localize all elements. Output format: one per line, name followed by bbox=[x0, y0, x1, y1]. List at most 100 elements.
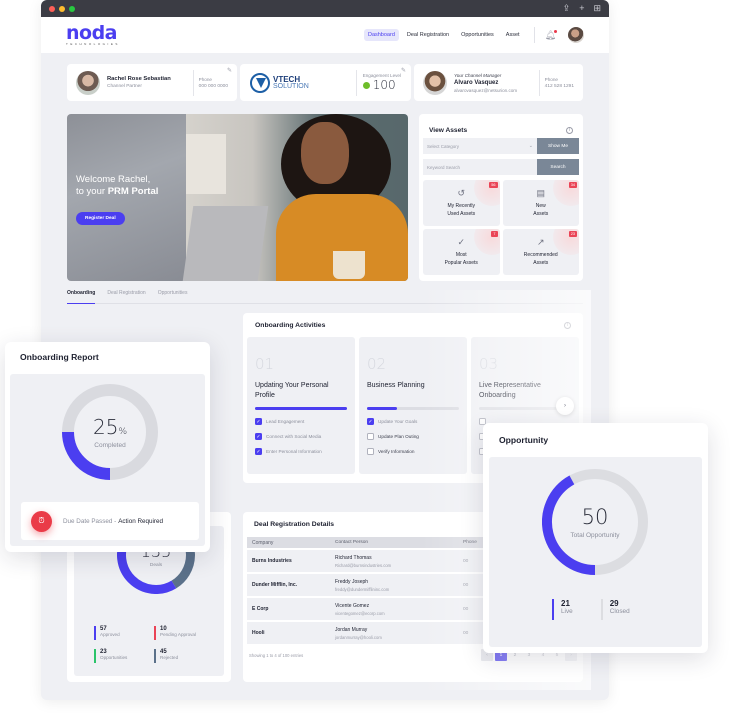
checklist-item[interactable]: ✓ Enter Personal Information bbox=[255, 448, 347, 455]
checkbox-checked[interactable]: ✓ bbox=[367, 418, 374, 425]
checkbox-unchecked[interactable] bbox=[367, 448, 374, 455]
asset-tile-label: My Recently bbox=[447, 203, 475, 209]
logo[interactable]: noda TECHNOLOGIES bbox=[66, 22, 120, 47]
cell-contact-email: Richard@burnsindustries.com bbox=[335, 562, 392, 568]
cell-company: Dunder Mifflin, Inc. bbox=[252, 582, 297, 588]
close-window-button[interactable] bbox=[49, 5, 55, 12]
keyword-search-input[interactable]: Keyword Search bbox=[423, 159, 537, 175]
alert-text: Due Date Passed - bbox=[63, 517, 117, 525]
checklist-item[interactable]: Update Plan Outing bbox=[367, 433, 459, 440]
asset-tile-label: Assets bbox=[533, 260, 549, 266]
profile-phone: 000 000 0000 bbox=[198, 83, 228, 89]
checklist-item[interactable]: ✓ Lead Engagement bbox=[255, 418, 347, 425]
asset-tile-recommended[interactable]: 23 ↗ Recommended Assets bbox=[502, 229, 579, 275]
step-progress-bar bbox=[367, 407, 459, 410]
photo-person-face bbox=[301, 122, 349, 184]
edit-company-pencil-icon[interactable]: ✎ bbox=[401, 67, 406, 74]
onboarding-completed-label: Completed bbox=[94, 442, 126, 449]
asset-tile-label: New bbox=[535, 203, 546, 209]
column-header-contact[interactable]: Contact Person bbox=[335, 540, 463, 545]
show-me-button[interactable]: Show Me bbox=[537, 138, 579, 154]
asset-tile-most-popular[interactable]: 7 ✓ Most Popular Assets bbox=[423, 229, 500, 275]
tab-opportunities[interactable]: Opportunities bbox=[158, 290, 188, 304]
manager-role: Your Channel Manager bbox=[454, 72, 502, 78]
user-avatar[interactable] bbox=[568, 27, 584, 43]
welcome-line2-bold: PRM Portal bbox=[107, 186, 159, 197]
checkbox-checked[interactable]: ✓ bbox=[255, 433, 262, 440]
count-badge: 56 bbox=[489, 182, 498, 188]
manager-phone-label: Phone bbox=[544, 76, 558, 82]
plus-icon[interactable]: + bbox=[579, 3, 584, 14]
asset-tile-label: Assets bbox=[533, 211, 549, 217]
legend-label: Opportunities bbox=[100, 655, 128, 660]
cell-contact-email: vicentegomez@ecorp.com bbox=[335, 610, 385, 616]
tab-deal-registration[interactable]: Deal Registration bbox=[107, 290, 145, 304]
legend-color-bar bbox=[94, 649, 96, 663]
bell-icon[interactable]: 🔔︎ bbox=[545, 29, 558, 41]
due-date-alert[interactable]: ⏰︎ Due Date Passed - Action Required bbox=[21, 502, 199, 540]
minimize-window-button[interactable] bbox=[59, 5, 65, 12]
nav-link-deal-registration[interactable]: Deal Registration bbox=[403, 29, 453, 41]
top-navbar: noda TECHNOLOGIES Dashboard Deal Registr… bbox=[41, 17, 609, 53]
onboarding-percent-value: 25 bbox=[92, 415, 119, 439]
deals-legend: 57 Approved 10 Pending Approval 23 Opportun… bbox=[94, 626, 214, 663]
legend-value: 21 bbox=[561, 599, 570, 608]
legend-color-bar bbox=[552, 599, 554, 620]
logo-text: noda bbox=[66, 22, 118, 44]
cell-phone: 00 bbox=[463, 606, 469, 612]
grid-icon[interactable]: ⊞ bbox=[593, 3, 601, 14]
category-select[interactable]: Select Category ⌄ bbox=[423, 138, 537, 154]
asset-tile-label: Used Assets bbox=[447, 211, 476, 217]
asset-tile-new[interactable]: 34 ▤ New Assets bbox=[502, 180, 579, 226]
legend-color-bar bbox=[154, 649, 156, 663]
column-header-phone[interactable]: Phone bbox=[463, 540, 477, 545]
cell-company: Burns Industries bbox=[252, 558, 292, 564]
asset-tile-recently-used[interactable]: 56 ↺ My Recently Used Assets bbox=[423, 180, 500, 226]
info-icon[interactable]: i bbox=[564, 321, 571, 329]
legend-label: Closed bbox=[609, 608, 630, 615]
count-badge: 7 bbox=[491, 231, 498, 237]
check-circle-icon: ✓ bbox=[457, 237, 466, 247]
share-icon[interactable]: ⇪ bbox=[563, 3, 571, 14]
register-deal-button[interactable]: Register Deal bbox=[76, 212, 125, 225]
checkbox-checked[interactable]: ✓ bbox=[255, 448, 262, 455]
edit-profile-pencil-icon[interactable]: ✎ bbox=[227, 67, 232, 74]
checklist-label: Update Your Goals bbox=[378, 419, 418, 424]
checkbox-checked[interactable]: ✓ bbox=[255, 418, 262, 425]
next-step-chevron-icon[interactable]: › bbox=[556, 397, 574, 415]
onboarding-activities-title: Onboarding Activities bbox=[255, 321, 326, 329]
view-assets-title: View Assets bbox=[429, 126, 468, 134]
info-icon[interactable]: i bbox=[566, 126, 573, 134]
nav-link-dashboard[interactable]: Dashboard bbox=[363, 29, 399, 41]
legend-value: 29 bbox=[609, 599, 619, 608]
step-progress-fill bbox=[255, 407, 347, 410]
vtech-emblem-icon bbox=[250, 72, 270, 93]
hero-photo bbox=[182, 114, 408, 281]
column-header-company[interactable]: Company bbox=[247, 540, 335, 546]
logo-subtitle: TECHNOLOGIES bbox=[66, 42, 120, 46]
onboarding-donut-chart: 25% Completed bbox=[62, 384, 158, 480]
opportunity-legend: 21 Live 29 Closed bbox=[552, 599, 630, 620]
step-title: Business Planning bbox=[367, 382, 425, 389]
step-number: 01 bbox=[255, 355, 275, 373]
search-button[interactable]: Search bbox=[537, 159, 579, 175]
tab-onboarding[interactable]: Onboarding bbox=[67, 290, 96, 304]
manager-email[interactable]: alvarovasquez@netsurion.com bbox=[454, 88, 517, 93]
cell-contact-email: jordanmurray@hooli.com bbox=[335, 634, 382, 640]
photo-shelf bbox=[186, 134, 226, 194]
cell-contact-name: Richard Thomas bbox=[335, 554, 372, 561]
nav-link-opportunities[interactable]: Opportunities bbox=[457, 29, 498, 41]
alert-action-text: Action Required bbox=[118, 517, 164, 525]
maximize-window-button[interactable] bbox=[69, 5, 75, 12]
checkbox-unchecked[interactable] bbox=[367, 433, 374, 440]
checklist-item[interactable]: Verify Information bbox=[367, 448, 459, 455]
activity-step-2: 02 Business Planning ✓ Update Your Goals … bbox=[359, 337, 467, 474]
step-number: 02 bbox=[367, 355, 387, 373]
legend-opportunities: 23 Opportunities bbox=[94, 649, 154, 663]
company-card: VTECH SOLUTION Engagement Level 100 ✎ bbox=[240, 64, 411, 101]
checklist-item[interactable]: ✓ Update Your Goals bbox=[367, 418, 459, 425]
welcome-line2-prefix: to your bbox=[76, 186, 108, 197]
opportunity-total-label: Total Opportunity bbox=[570, 532, 620, 539]
checklist-item[interactable]: ✓ Connect with Social Media bbox=[255, 433, 347, 440]
nav-link-asset[interactable]: Asset bbox=[502, 29, 524, 41]
